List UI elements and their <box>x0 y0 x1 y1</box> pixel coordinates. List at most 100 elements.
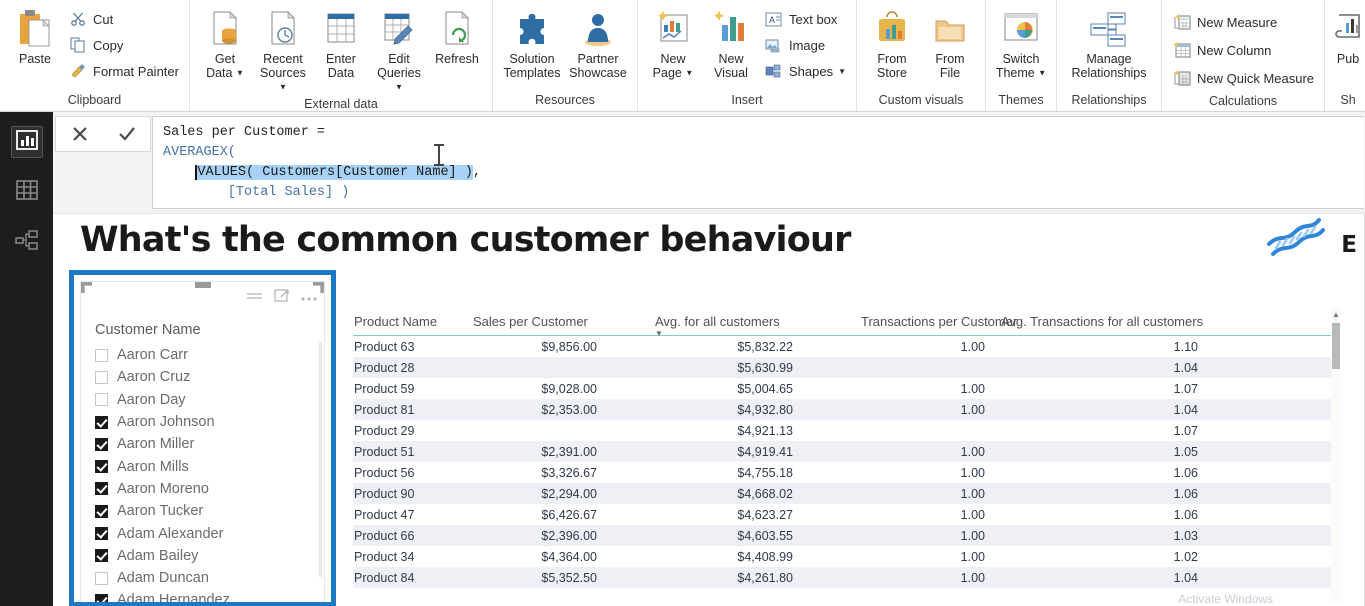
table-row[interactable]: Product 59 $9,028.00 $5,004.65 1.00 1.07 <box>353 378 1333 399</box>
table-row[interactable]: Product 29 $4,921.13 1.07 <box>353 420 1333 441</box>
table-row[interactable]: Product 51 $2,391.00 $4,919.41 1.00 1.05 <box>353 441 1333 462</box>
from-store-button[interactable]: From Store <box>863 4 921 80</box>
slicer-item-label: Aaron Carr <box>117 347 188 364</box>
manage-relationships-button[interactable]: Manage Relationships <box>1063 4 1155 80</box>
table-row[interactable]: Product 90 $2,294.00 $4,668.02 1.00 1.06 <box>353 483 1333 504</box>
checkbox-checked-icon[interactable] <box>95 482 108 496</box>
image-label: Image <box>788 37 826 53</box>
calculations-commands: New Measure New Column New Quick Measure <box>1168 4 1318 92</box>
checkbox-unchecked-icon[interactable] <box>95 348 108 362</box>
focus-mode-icon[interactable] <box>274 288 290 308</box>
sidebar-item-data-view[interactable] <box>11 176 43 208</box>
scrollbar-thumb[interactable] <box>1332 323 1340 369</box>
slicer-item[interactable]: Aaron Miller <box>89 433 316 455</box>
customer-name-slicer[interactable]: Customer Name Aaron Carr Aaron Cruz Aaron … <box>69 270 336 606</box>
table-cell: $5,352.50 <box>541 570 597 585</box>
slicer-item[interactable]: Aaron Mills <box>89 455 316 477</box>
checkbox-unchecked-icon[interactable] <box>95 571 108 585</box>
power-bi-window: Paste Cut Copy Format Painter Clipboard … <box>0 0 1365 606</box>
slicer-item[interactable]: Aaron Tucker <box>89 500 316 522</box>
slicer-item[interactable]: Aaron Moreno <box>89 478 316 500</box>
checkbox-checked-icon[interactable] <box>95 437 108 451</box>
checkbox-checked-icon[interactable] <box>95 504 108 518</box>
slicer-item[interactable]: Aaron Carr <box>89 344 316 366</box>
slicer-item[interactable]: Aaron Day <box>89 389 316 411</box>
table-column-header[interactable]: Avg. for all customers ▼ <box>613 314 809 338</box>
svg-text:A: A <box>769 15 775 25</box>
slicer-item[interactable]: Aaron Johnson <box>89 411 316 433</box>
table-row[interactable]: Product 66 $2,396.00 $4,603.55 1.00 1.03 <box>353 525 1333 546</box>
image-button[interactable]: Image <box>760 32 850 58</box>
new-page-button[interactable]: New Page ▼ <box>644 4 702 81</box>
table-column-header[interactable]: Product Name <box>353 314 465 329</box>
checkbox-checked-icon[interactable] <box>95 415 108 429</box>
more-options-icon[interactable] <box>300 289 318 307</box>
cut-button[interactable]: Cut <box>64 6 183 32</box>
table-column-header[interactable]: Sales per Customer <box>465 314 613 329</box>
confirm-formula-button[interactable] <box>108 119 146 149</box>
table-row[interactable]: Product 28 $5,630.99 1.04 <box>353 357 1333 378</box>
resize-handle-top-center[interactable] <box>194 282 211 288</box>
table-scrollbar[interactable]: ▲ <box>1331 307 1341 603</box>
table-cell: Product 28 <box>354 360 415 375</box>
copy-button[interactable]: Copy <box>64 32 183 58</box>
from-file-icon <box>933 6 967 52</box>
ribbon-group-label-share: Sh <box>1340 93 1356 107</box>
new-measure-icon <box>1172 12 1192 32</box>
slicer-item[interactable]: Aaron Cruz <box>89 366 316 388</box>
paste-button[interactable]: Paste <box>6 4 64 66</box>
table-row[interactable]: Product 63 $9,856.00 $5,832.22 1.00 1.10 <box>353 336 1333 357</box>
sidebar-item-report-view[interactable] <box>10 126 43 158</box>
table-row[interactable]: Product 34 $4,364.00 $4,408.99 1.00 1.02 <box>353 546 1333 567</box>
partner-showcase-button[interactable]: Partner Showcase <box>565 4 631 80</box>
chevron-down-icon: ▼ <box>235 68 244 78</box>
solution-templates-button[interactable]: Solution Templates <box>499 4 565 80</box>
table-row[interactable]: Product 84 $5,352.50 $4,261.80 1.00 1.04 <box>353 567 1333 588</box>
slicer-item-label: Aaron Moreno <box>117 480 209 497</box>
checkbox-checked-icon[interactable] <box>95 527 108 541</box>
enter-data-button[interactable]: Enter Data <box>312 4 370 80</box>
new-measure-button[interactable]: New Measure <box>1168 8 1318 36</box>
checkbox-checked-icon[interactable] <box>95 593 108 602</box>
hamburger-filter-icon[interactable] <box>245 289 264 308</box>
table-cell: 1.07 <box>1173 381 1198 396</box>
table-row[interactable]: Product 81 $2,353.00 $4,932.80 1.00 1.04 <box>353 399 1333 420</box>
new-column-button[interactable]: New Column <box>1168 36 1318 64</box>
new-visual-button[interactable]: New Visual <box>702 4 760 80</box>
checkbox-checked-icon[interactable] <box>95 460 108 474</box>
checkbox-unchecked-icon[interactable] <box>95 370 108 384</box>
publish-button[interactable]: Pub <box>1331 4 1365 66</box>
text-box-button[interactable]: A Text box <box>760 6 850 32</box>
cancel-formula-button[interactable] <box>61 119 99 149</box>
slicer-item[interactable]: Adam Bailey <box>89 545 316 567</box>
ribbon-group-external-data: Get Data ▼ Recent Sources ▼ Enter Data E… <box>190 0 493 111</box>
table-row[interactable]: Product 47 $6,426.67 $4,623.27 1.00 1.06 <box>353 504 1333 525</box>
from-file-button[interactable]: From File <box>921 4 979 80</box>
format-painter-button[interactable]: Format Painter <box>64 58 183 84</box>
dax-formula-editor[interactable]: Sales per Customer = AVERAGEX( VALUES( C… <box>152 116 1364 209</box>
table-cell: 1.07 <box>1173 423 1198 438</box>
edit-queries-button[interactable]: Edit Queries ▼ <box>370 4 428 95</box>
slicer-scrollbar[interactable] <box>319 342 322 577</box>
ribbon-group-clipboard: Paste Cut Copy Format Painter Clipboard <box>0 0 190 111</box>
shapes-button[interactable]: Shapes ▼ <box>760 58 850 84</box>
checkbox-checked-icon[interactable] <box>95 549 108 563</box>
products-table-visual[interactable]: Product Name Sales per Customer Avg. for a… <box>353 314 1333 588</box>
slicer-item[interactable]: Adam Hernandez <box>89 589 316 602</box>
slicer-item[interactable]: Adam Alexander <box>89 522 316 544</box>
refresh-button[interactable]: Refresh <box>428 4 486 66</box>
formula-line-3-tail: , <box>472 165 481 180</box>
sidebar-item-model-view[interactable] <box>11 226 43 258</box>
table-column-header[interactable]: Transactions per Customer <box>809 314 1017 329</box>
slicer-item[interactable]: Adam Duncan <box>89 567 316 589</box>
get-data-button[interactable]: Get Data ▼ <box>196 4 254 81</box>
table-row[interactable]: Product 56 $3,326.67 $4,755.18 1.00 1.06 <box>353 462 1333 483</box>
checkbox-unchecked-icon[interactable] <box>95 393 108 407</box>
table-column-header[interactable]: Avg. Transactions for all customers <box>999 314 1203 329</box>
chevron-down-icon: ▼ <box>279 82 287 92</box>
bar-chart-icon <box>15 129 38 156</box>
recent-sources-button[interactable]: Recent Sources ▼ <box>254 4 312 95</box>
new-quick-measure-button[interactable]: New Quick Measure <box>1168 64 1318 92</box>
switch-theme-button[interactable]: Switch Theme ▼ <box>992 4 1050 81</box>
scroll-up-arrow-icon[interactable]: ▲ <box>1331 307 1341 321</box>
